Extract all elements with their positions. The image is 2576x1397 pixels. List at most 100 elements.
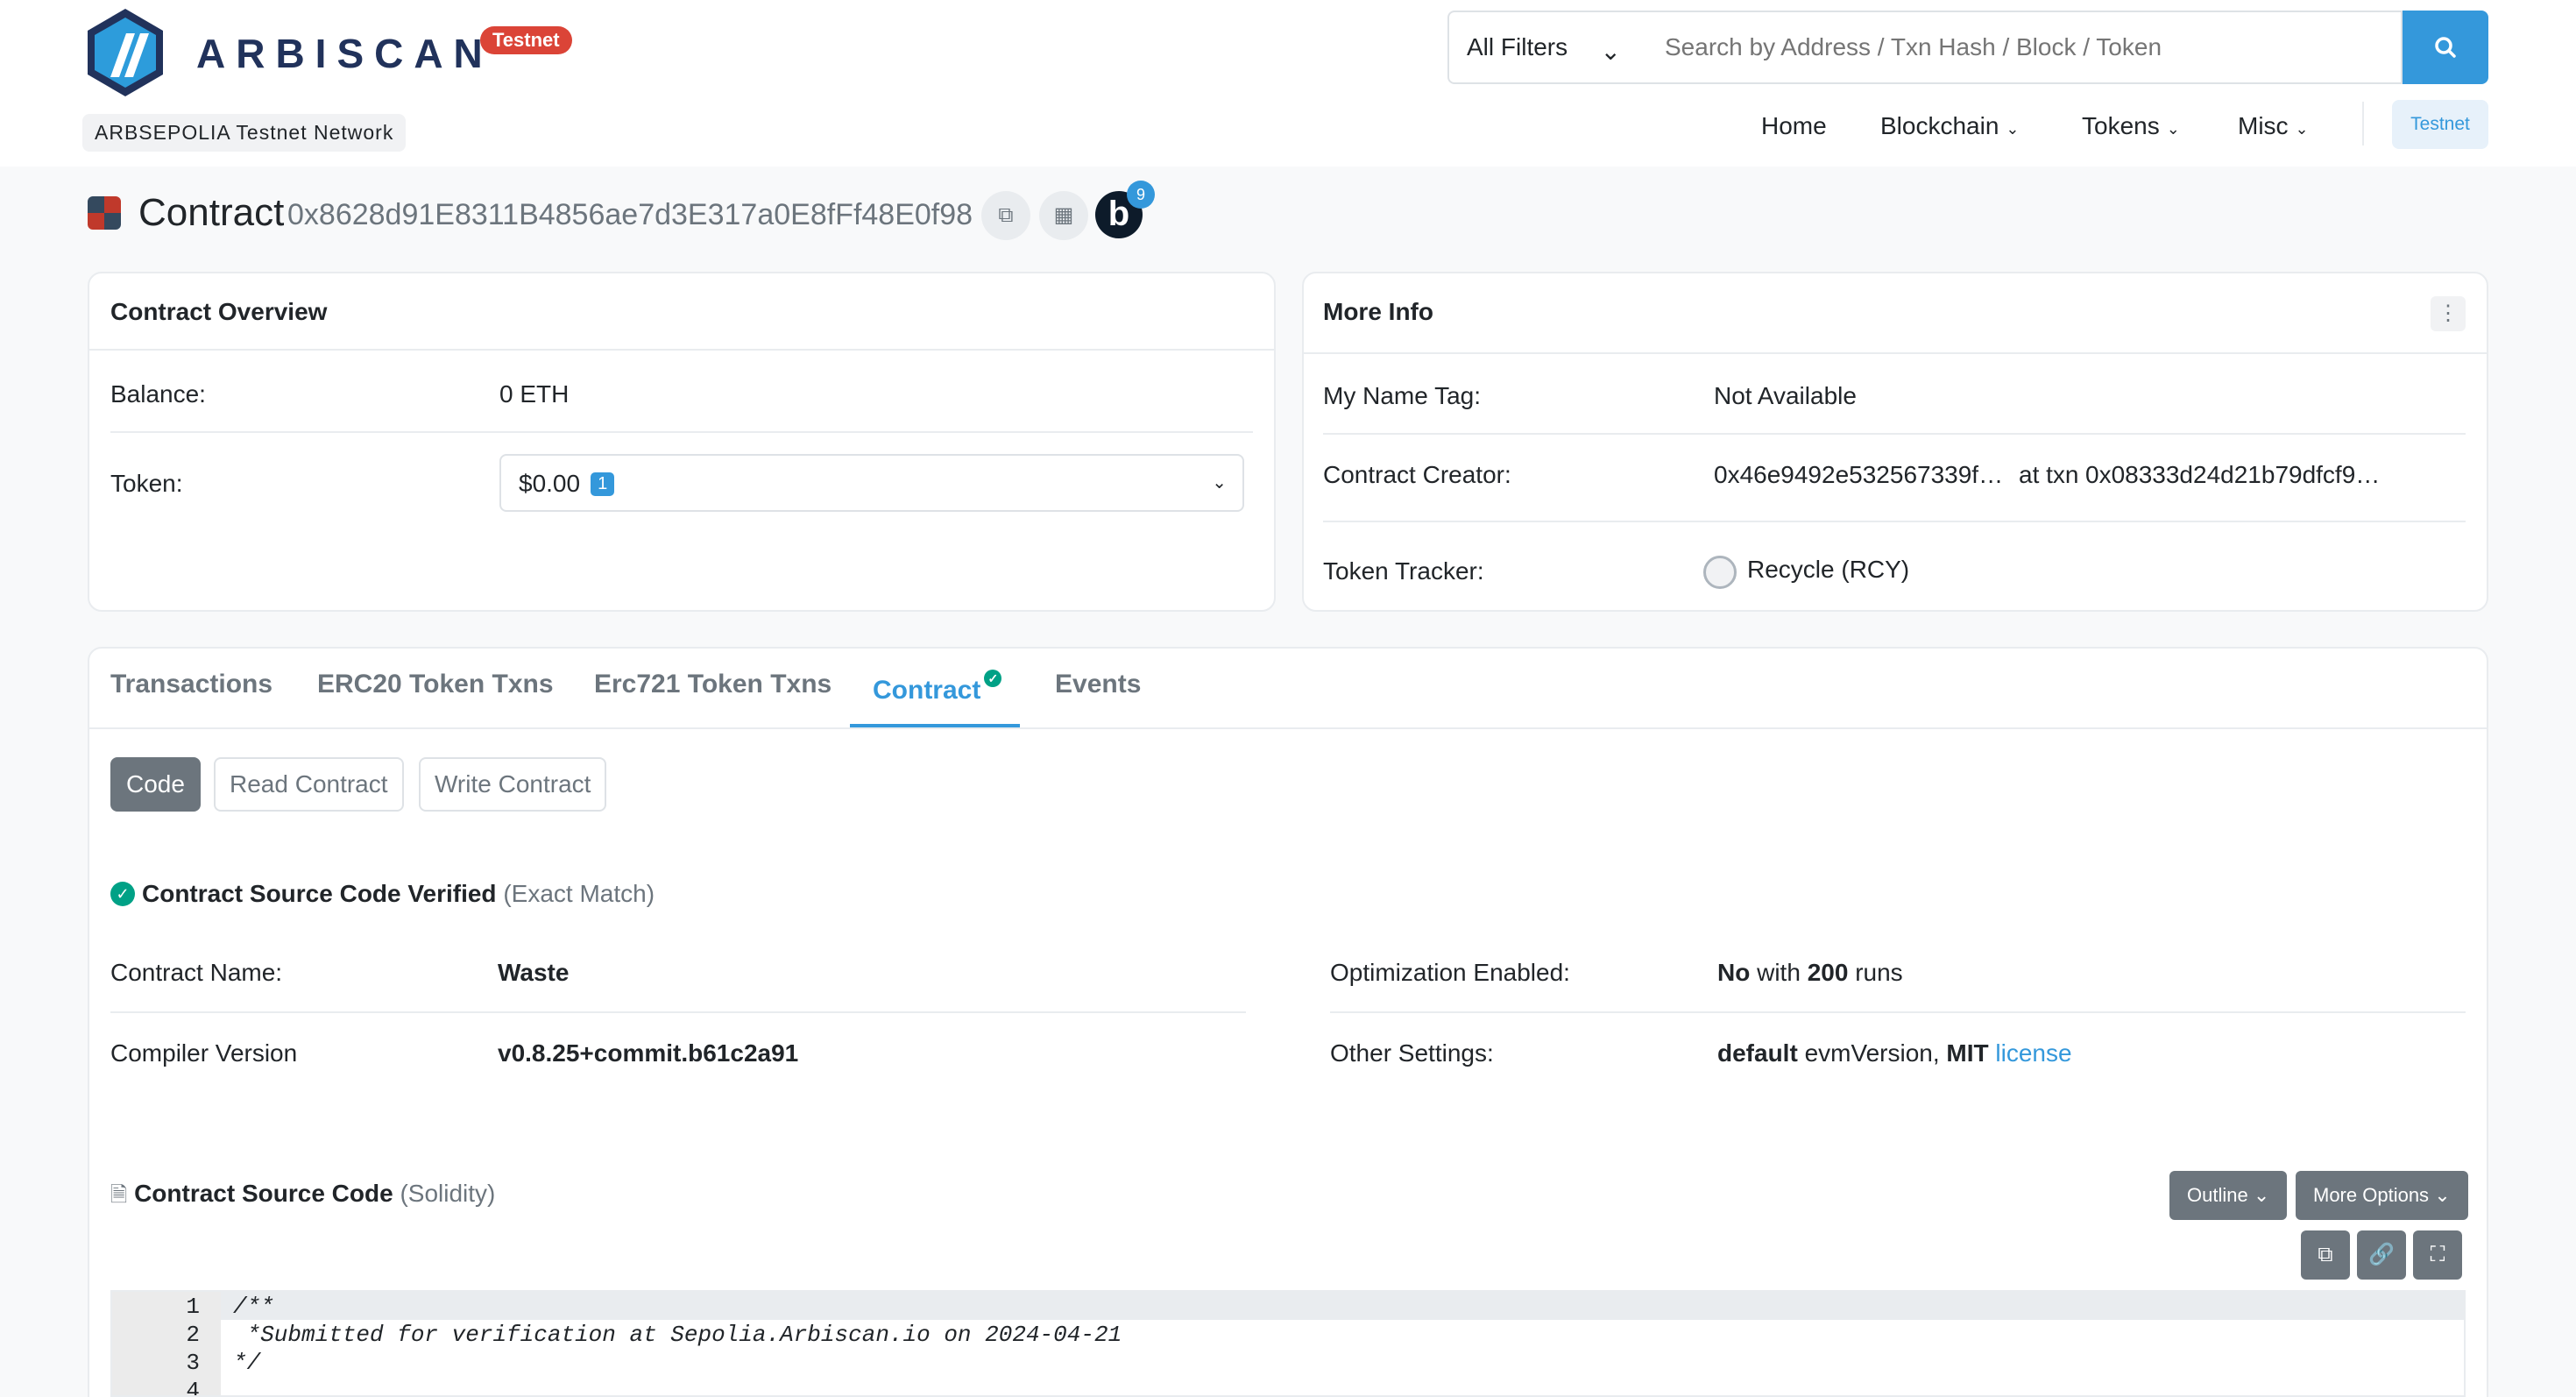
nav-divider: [2362, 102, 2364, 145]
copy-icon: ⧉: [998, 203, 1014, 227]
nav-misc[interactable]: Misc ⌄: [2238, 112, 2309, 140]
row-divider: [110, 431, 1253, 433]
nav-tokens[interactable]: Tokens ⌄: [2082, 112, 2180, 140]
code-tab-button[interactable]: Code: [110, 757, 201, 812]
license-type: MIT: [1946, 1039, 1989, 1067]
chevron-down-icon: ⌄: [1212, 473, 1227, 493]
qr-code-icon: ▦: [1053, 203, 1074, 227]
top-header: ARBISCAN Testnet ARBSEPOLIA Testnet Netw…: [0, 0, 2576, 167]
qr-code-button[interactable]: ▦: [1039, 191, 1088, 240]
optimization-label: Optimization Enabled:: [1330, 959, 1570, 986]
code-line: */: [233, 1350, 261, 1376]
optimization-enabled: No: [1717, 959, 1751, 986]
contract-name-value: Waste: [498, 959, 570, 986]
token-tracker-label: Token Tracker:: [1323, 557, 1484, 585]
search-button[interactable]: [2403, 11, 2488, 84]
token-tracker-link[interactable]: Recycle (RCY): [1747, 556, 1909, 584]
row-divider: [110, 1011, 1246, 1013]
line-number: 2: [186, 1322, 200, 1348]
balance-value: 0 ETH: [499, 380, 570, 408]
chevron-down-icon: ⌄: [2006, 120, 2020, 138]
card-divider: [89, 349, 1274, 351]
other-settings-label: Other Settings:: [1330, 1039, 1494, 1067]
row-divider: [1323, 521, 2466, 522]
source-code-heading: 🗎 Contract Source Code (Solidity): [110, 1180, 495, 1216]
copy-address-button[interactable]: ⧉: [981, 191, 1030, 240]
tab-contract-label: Contract: [873, 676, 981, 705]
nav-testnet-button[interactable]: Testnet: [2392, 100, 2488, 149]
blockscan-count-badge: 9: [1127, 181, 1155, 209]
expand-icon: ⛶: [2430, 1243, 2445, 1266]
token-logo-icon: [1703, 556, 1737, 589]
token-count-badge: 1: [591, 472, 615, 496]
link-icon: 🔗: [2368, 1243, 2395, 1266]
search-input[interactable]: [1645, 11, 2403, 84]
verified-heading: Contract Source Code Verified (Exact Mat…: [142, 880, 655, 908]
contract-address: 0x8628d91E8311B4856ae7d3E317a0E8fFf48E0f…: [287, 198, 973, 231]
source-code-title: Contract Source Code: [134, 1180, 393, 1207]
tab-contract[interactable]: Contract ✓: [873, 670, 1002, 706]
row-divider: [1330, 1011, 2466, 1013]
chevron-down-icon: ⌄: [1600, 38, 1621, 65]
tabs-divider: [89, 727, 2487, 729]
optimization-with: with: [1757, 959, 1801, 986]
page-title: Contract: [138, 191, 285, 234]
read-contract-button[interactable]: Read Contract: [214, 757, 404, 812]
optimization-value: No with 200 runs: [1717, 959, 1903, 987]
tab-events[interactable]: Events: [1055, 670, 1141, 699]
verified-title: Contract Source Code Verified: [142, 880, 497, 907]
source-code-editor[interactable]: 1 2 3 4 /** *Submitted for verification …: [110, 1290, 2466, 1397]
nav-misc-label: Misc: [2238, 112, 2289, 139]
more-info-title: More Info: [1323, 298, 1433, 325]
tab-transactions[interactable]: Transactions: [110, 670, 272, 699]
chevron-down-icon: ⌄: [2295, 120, 2309, 138]
search-icon: [2435, 37, 2456, 58]
compiler-version-label: Compiler Version: [110, 1039, 298, 1067]
nav-tokens-label: Tokens: [2082, 112, 2160, 139]
evm-default: default: [1717, 1039, 1798, 1067]
tab-erc20-token-txns[interactable]: ERC20 Token Txns: [317, 670, 554, 699]
nav-blockchain[interactable]: Blockchain ⌄: [1880, 112, 2020, 140]
creator-address-link[interactable]: 0x46e9492e532567339f…: [1714, 461, 2003, 489]
line-number: 4: [186, 1378, 200, 1397]
outline-button[interactable]: Outline ⌄: [2169, 1171, 2288, 1220]
nav-home-label: Home: [1761, 112, 1827, 139]
token-holdings-dropdown[interactable]: $0.00 1 ⌄: [499, 454, 1244, 512]
evm-version: evmVersion,: [1804, 1039, 1940, 1067]
copy-source-button[interactable]: ⧉: [2301, 1230, 2350, 1280]
verified-check-icon: ✓: [110, 882, 135, 906]
link-button[interactable]: 🔗: [2357, 1230, 2406, 1280]
more-options-icon[interactable]: ⋮: [2431, 296, 2466, 331]
chevron-down-icon: ⌄: [2253, 1184, 2270, 1206]
code-line: /**: [233, 1294, 274, 1320]
write-contract-button[interactable]: Write Contract: [419, 757, 607, 812]
line-number: 1: [186, 1294, 200, 1320]
filter-select[interactable]: All Filters ⌄: [1447, 11, 1647, 84]
fullscreen-button[interactable]: ⛶: [2413, 1230, 2462, 1280]
contract-name-label: Contract Name:: [110, 959, 283, 986]
brand-name[interactable]: ARBISCAN: [196, 30, 493, 77]
token-value: $0.00: [519, 470, 581, 497]
compiler-version-value: v0.8.25+commit.b61c2a91: [498, 1039, 799, 1067]
chevron-down-icon: ⌄: [2434, 1184, 2451, 1206]
optimization-runs: 200: [1807, 959, 1849, 986]
name-tag-value: Not Available: [1714, 382, 1857, 409]
verified-match: (Exact Match): [503, 880, 655, 907]
more-options-label: More Options: [2313, 1184, 2430, 1206]
network-label: ARBSEPOLIA Testnet Network: [82, 114, 407, 152]
other-settings-value: default evmVersion, MIT license: [1717, 1039, 2072, 1067]
nav-home[interactable]: Home: [1761, 112, 1827, 140]
testnet-badge: Testnet: [480, 26, 572, 54]
at-txn-label: at txn: [2019, 461, 2079, 488]
more-options-button[interactable]: More Options ⌄: [2296, 1171, 2468, 1220]
nav-blockchain-label: Blockchain: [1880, 112, 1999, 139]
tab-erc721-token-txns[interactable]: Erc721 Token Txns: [594, 670, 832, 699]
verified-check-icon: ✓: [984, 670, 1002, 687]
optimization-runs-word: runs: [1855, 959, 1903, 986]
creator-txn-link[interactable]: 0x08333d24d21b79dfcf9…: [2085, 461, 2380, 489]
arbiscan-logo[interactable]: [84, 7, 166, 98]
filter-label: All Filters: [1467, 33, 1568, 60]
license-link[interactable]: license: [1995, 1039, 2071, 1067]
name-tag-label: My Name Tag:: [1323, 382, 1481, 409]
line-number: 3: [186, 1350, 200, 1376]
